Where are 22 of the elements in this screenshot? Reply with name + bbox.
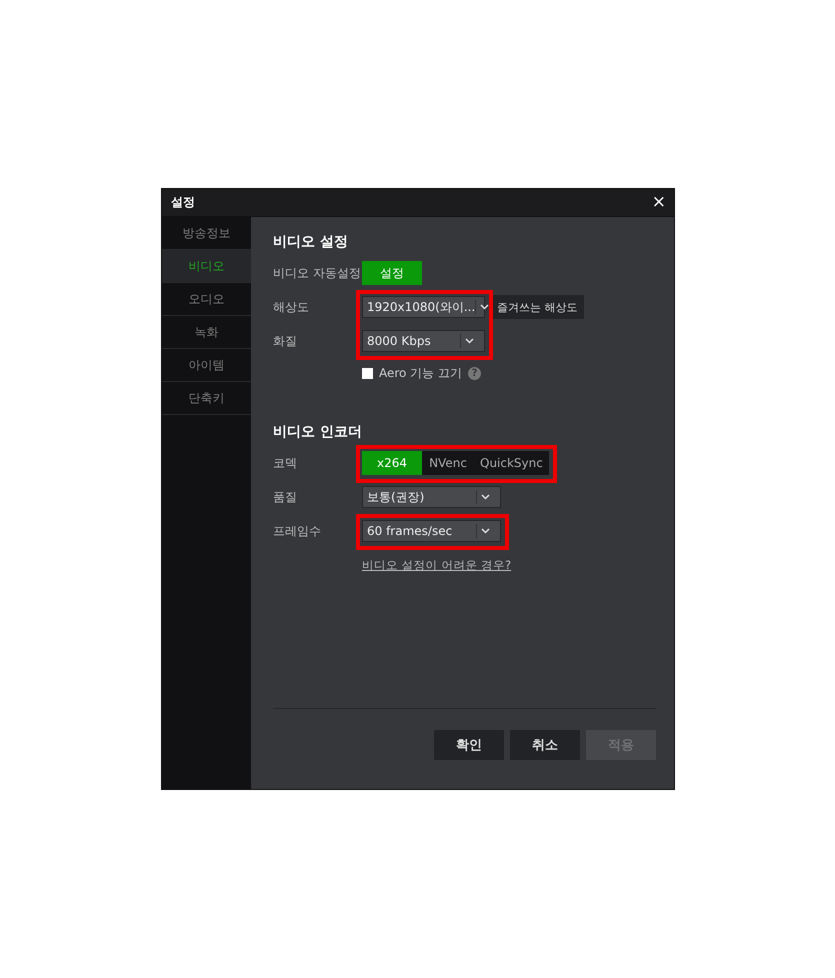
checkbox-label: Aero 기능 끄기 [379, 364, 462, 382]
favorite-resolution-button[interactable]: 즐겨쓰는 해상도 [491, 295, 584, 319]
sidebar-item[interactable]: 비디오 [162, 250, 251, 283]
auto-setup-button[interactable]: 설정 [362, 261, 422, 285]
field-label: 품질 [273, 488, 298, 506]
section-heading: 비디오 인코더 [273, 423, 363, 442]
codec-option[interactable]: x264 [362, 451, 422, 475]
section-heading: 비디오 설정 [273, 233, 349, 252]
field-label: 해상도 [273, 298, 310, 316]
dialog-button[interactable]: 확인 [434, 730, 504, 760]
field-label: 화질 [273, 332, 298, 350]
dialog-button[interactable]: 취소 [510, 730, 580, 760]
dropdown[interactable]: 60 frames/sec [362, 520, 501, 542]
checkbox[interactable] [362, 368, 373, 378]
dropdown[interactable]: 8000 Kbps [362, 330, 485, 352]
field-label: 코덱 [273, 454, 298, 472]
field-label: 프레임수 [273, 522, 322, 540]
field-label: 비디오 자동설정 [273, 264, 362, 282]
close-button[interactable]: × [652, 194, 666, 211]
dropdown[interactable]: 보통(권장) [362, 486, 501, 508]
help-link[interactable]: 비디오 설정이 어려운 경우? [362, 558, 512, 572]
window-title: 설정 [171, 194, 195, 211]
